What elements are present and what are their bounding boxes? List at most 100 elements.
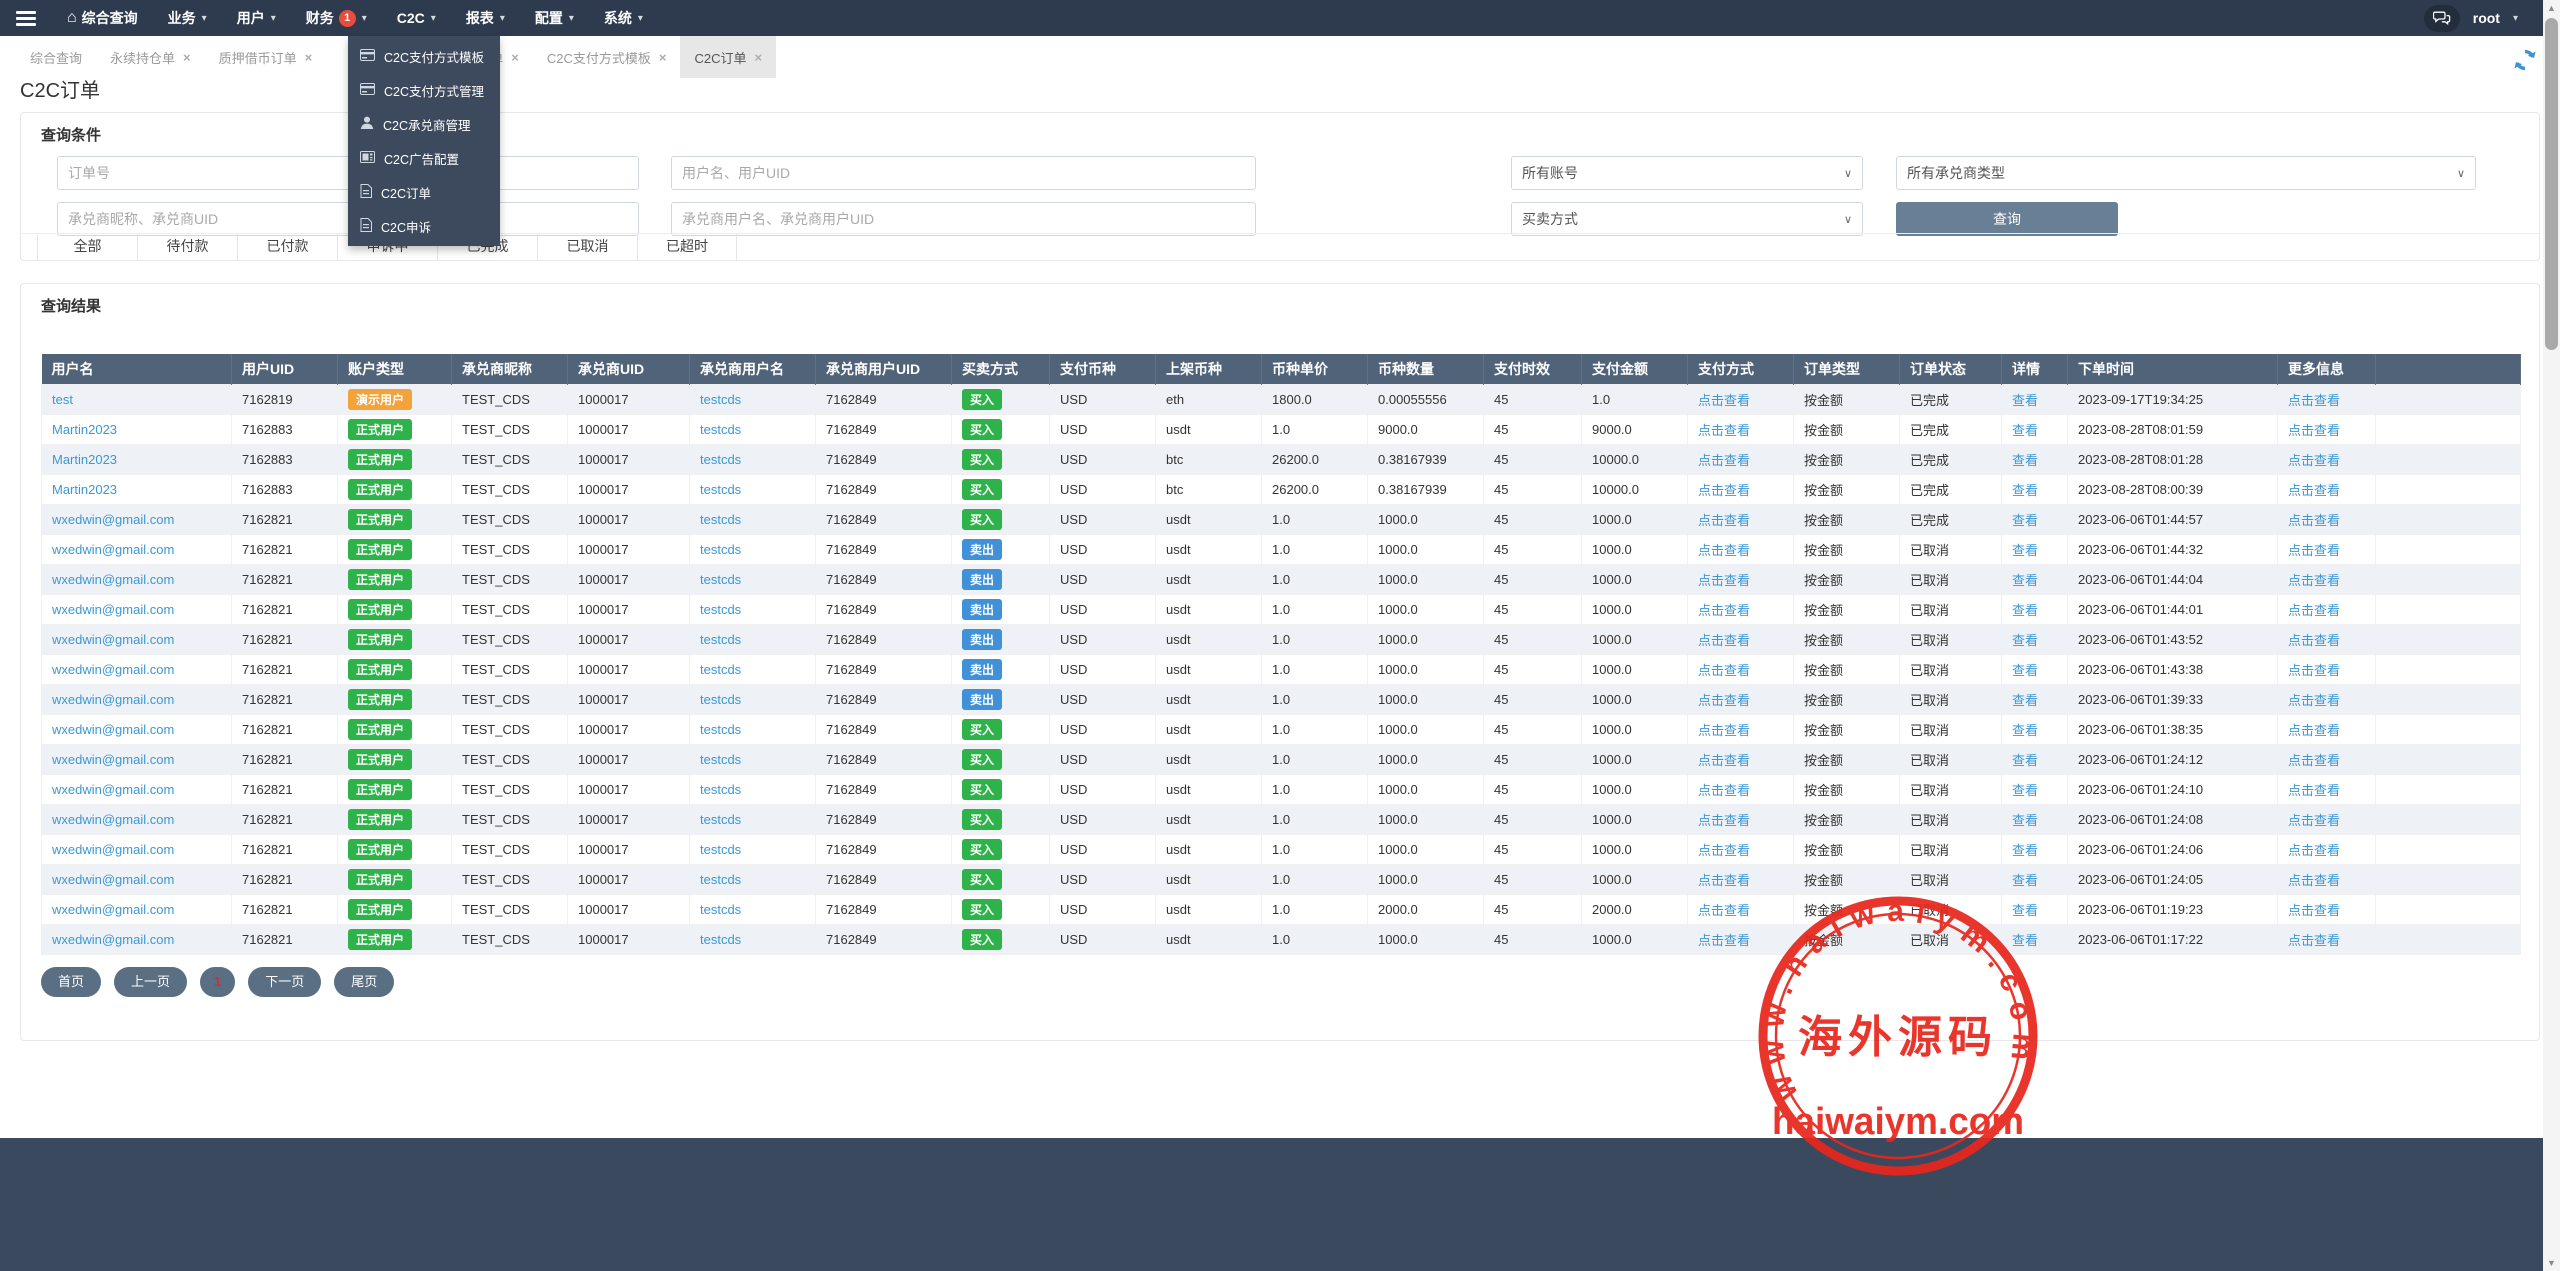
nav-item-finance[interactable]: 财务1▾ — [291, 0, 382, 36]
acceptor-username-link[interactable]: testcds — [700, 482, 741, 497]
page-button-首页[interactable]: 首页 — [41, 967, 101, 997]
nav-item-business[interactable]: 业务▾ — [153, 0, 222, 36]
scroll-up-icon[interactable]: ▲ — [2543, 0, 2560, 16]
menu-item-C2C广告配置[interactable]: C2C广告配置 — [348, 141, 500, 175]
user-link[interactable]: wxedwin@gmail.com — [52, 602, 174, 617]
pay-method-link[interactable]: 点击查看 — [1698, 423, 1750, 438]
detail-link[interactable]: 查看 — [2012, 813, 2038, 828]
pay-method-link[interactable]: 点击查看 — [1698, 783, 1750, 798]
close-icon[interactable]: × — [305, 50, 313, 65]
menu-item-C2C支付方式模板[interactable]: C2C支付方式模板 — [348, 39, 500, 73]
user-link[interactable]: Martin2023 — [52, 452, 117, 467]
pay-method-link[interactable]: 点击查看 — [1698, 483, 1750, 498]
pay-method-link[interactable]: 点击查看 — [1698, 393, 1750, 408]
acceptor-type-select[interactable]: 所有承兑商类型∨ — [1896, 156, 2476, 190]
more-link[interactable]: 点击查看 — [2288, 543, 2340, 558]
more-link[interactable]: 点击查看 — [2288, 663, 2340, 678]
acceptor-username-link[interactable]: testcds — [700, 662, 741, 677]
acceptor-username-link[interactable]: testcds — [700, 722, 741, 737]
pay-method-link[interactable]: 点击查看 — [1698, 693, 1750, 708]
nav-item-report[interactable]: 报表▾ — [451, 0, 520, 36]
status-tab-已付款[interactable]: 已付款 — [237, 234, 337, 260]
pay-method-link[interactable]: 点击查看 — [1698, 933, 1750, 948]
status-tab-已取消[interactable]: 已取消 — [537, 234, 637, 260]
close-icon[interactable]: × — [183, 50, 191, 65]
user-link[interactable]: Martin2023 — [52, 482, 117, 497]
acceptor-username-link[interactable]: testcds — [700, 632, 741, 647]
acceptor-username-input[interactable] — [671, 202, 1256, 236]
detail-link[interactable]: 查看 — [2012, 723, 2038, 738]
nav-item-c2c[interactable]: C2C▾ — [382, 0, 451, 36]
acceptor-username-link[interactable]: testcds — [700, 842, 741, 857]
trade-side-select[interactable]: 买卖方式∨ — [1511, 202, 1863, 236]
more-link[interactable]: 点击查看 — [2288, 933, 2340, 948]
tab-质押借币订单[interactable]: 质押借币订单× — [205, 36, 327, 78]
pay-method-link[interactable]: 点击查看 — [1698, 453, 1750, 468]
user-menu[interactable]: root — [2473, 10, 2500, 26]
more-link[interactable]: 点击查看 — [2288, 423, 2340, 438]
detail-link[interactable]: 查看 — [2012, 513, 2038, 528]
nav-item-home[interactable]: ⌂综合查询 — [52, 0, 153, 36]
user-link[interactable]: Martin2023 — [52, 422, 117, 437]
user-link[interactable]: wxedwin@gmail.com — [52, 932, 174, 947]
more-link[interactable]: 点击查看 — [2288, 573, 2340, 588]
menu-item-C2C承兑商管理[interactable]: C2C承兑商管理 — [348, 107, 500, 141]
username-input[interactable] — [671, 156, 1256, 190]
acceptor-username-link[interactable]: testcds — [700, 902, 741, 917]
tab-C2C订单[interactable]: C2C订单× — [680, 36, 776, 78]
more-link[interactable]: 点击查看 — [2288, 513, 2340, 528]
nav-item-system[interactable]: 系统▾ — [589, 0, 658, 36]
acceptor-username-link[interactable]: testcds — [700, 602, 741, 617]
more-link[interactable]: 点击查看 — [2288, 483, 2340, 498]
user-link[interactable]: wxedwin@gmail.com — [52, 722, 174, 737]
close-icon[interactable]: × — [754, 50, 762, 65]
pay-method-link[interactable]: 点击查看 — [1698, 543, 1750, 558]
page-button-上一页[interactable]: 上一页 — [114, 967, 187, 997]
hamburger-icon[interactable] — [0, 0, 52, 36]
detail-link[interactable]: 查看 — [2012, 483, 2038, 498]
detail-link[interactable]: 查看 — [2012, 753, 2038, 768]
account-select[interactable]: 所有账号∨ — [1511, 156, 1863, 190]
more-link[interactable]: 点击查看 — [2288, 453, 2340, 468]
detail-link[interactable]: 查看 — [2012, 693, 2038, 708]
refresh-icon[interactable] — [2512, 47, 2538, 73]
detail-link[interactable]: 查看 — [2012, 543, 2038, 558]
tab-综合查询[interactable]: 综合查询 — [16, 36, 96, 78]
detail-link[interactable]: 查看 — [2012, 423, 2038, 438]
detail-link[interactable]: 查看 — [2012, 903, 2038, 918]
acceptor-username-link[interactable]: testcds — [700, 512, 741, 527]
more-link[interactable]: 点击查看 — [2288, 873, 2340, 888]
tab-永续持仓单[interactable]: 永续持仓单× — [96, 36, 205, 78]
acceptor-username-link[interactable]: testcds — [700, 422, 741, 437]
user-link[interactable]: wxedwin@gmail.com — [52, 872, 174, 887]
menu-item-C2C订单[interactable]: C2C订单 — [348, 175, 500, 209]
detail-link[interactable]: 查看 — [2012, 393, 2038, 408]
detail-link[interactable]: 查看 — [2012, 933, 2038, 948]
page-button-尾页[interactable]: 尾页 — [334, 967, 394, 997]
acceptor-username-link[interactable]: testcds — [700, 782, 741, 797]
search-button[interactable]: 查询 — [1896, 202, 2118, 236]
tab-C2C支付方式模板[interactable]: C2C支付方式模板× — [533, 36, 681, 78]
pay-method-link[interactable]: 点击查看 — [1698, 573, 1750, 588]
pay-method-link[interactable]: 点击查看 — [1698, 603, 1750, 618]
user-link[interactable]: wxedwin@gmail.com — [52, 752, 174, 767]
user-link[interactable]: wxedwin@gmail.com — [52, 692, 174, 707]
acceptor-username-link[interactable]: testcds — [700, 542, 741, 557]
nav-item-config[interactable]: 配置▾ — [520, 0, 589, 36]
detail-link[interactable]: 查看 — [2012, 453, 2038, 468]
more-link[interactable]: 点击查看 — [2288, 783, 2340, 798]
scroll-down-icon[interactable]: ▼ — [2543, 1255, 2560, 1271]
menu-item-C2C申诉[interactable]: C2C申诉 — [348, 209, 500, 243]
user-link[interactable]: wxedwin@gmail.com — [52, 782, 174, 797]
user-link[interactable]: wxedwin@gmail.com — [52, 812, 174, 827]
status-tab-已超时[interactable]: 已超时 — [637, 234, 737, 260]
user-link[interactable]: wxedwin@gmail.com — [52, 542, 174, 557]
pay-method-link[interactable]: 点击查看 — [1698, 753, 1750, 768]
user-link[interactable]: wxedwin@gmail.com — [52, 632, 174, 647]
chat-bubbles-icon[interactable] — [2424, 5, 2460, 32]
more-link[interactable]: 点击查看 — [2288, 843, 2340, 858]
user-link[interactable]: test — [52, 392, 73, 407]
more-link[interactable]: 点击查看 — [2288, 813, 2340, 828]
detail-link[interactable]: 查看 — [2012, 783, 2038, 798]
pay-method-link[interactable]: 点击查看 — [1698, 813, 1750, 828]
